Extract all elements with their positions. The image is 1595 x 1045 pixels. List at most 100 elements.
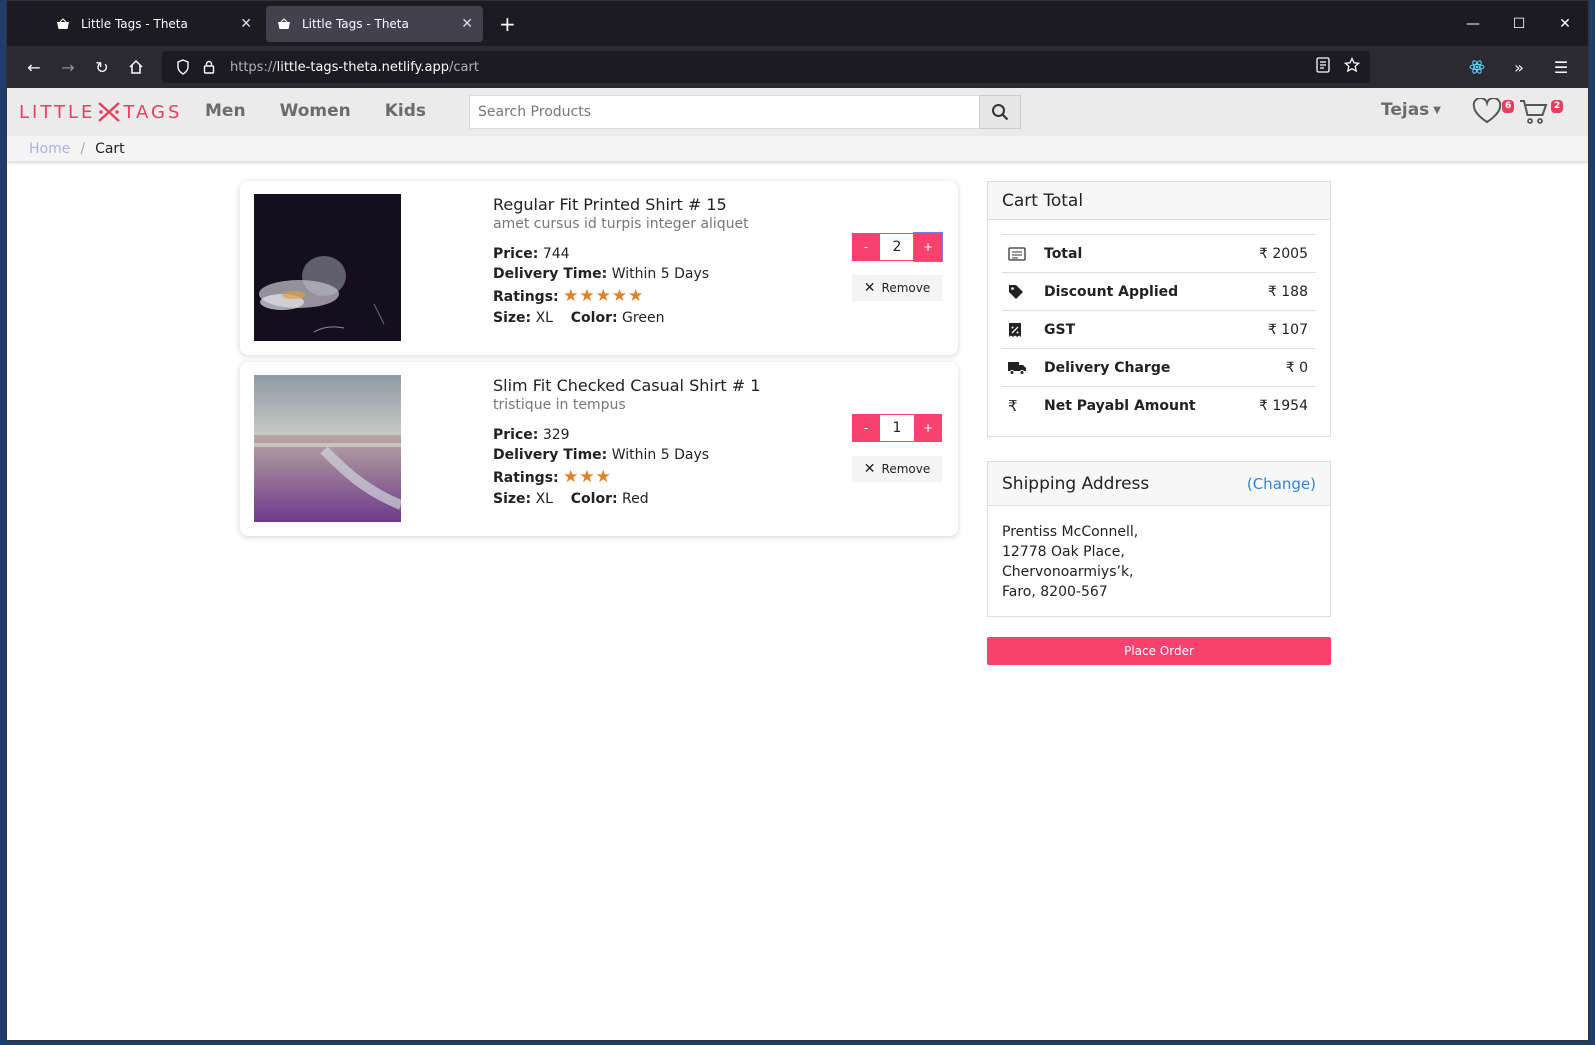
cart-item-card: Slim Fit Checked Casual Shirt # 1 tristi…: [240, 362, 958, 536]
discount-row: Discount Applied ₹ 188: [1002, 272, 1316, 310]
size-label: Size:: [493, 310, 532, 326]
product-price: Price: 744: [493, 246, 749, 262]
tab-title: Little Tags - Theta: [302, 16, 409, 31]
wishlist-count-badge: 6: [1502, 100, 1515, 113]
browser-tab[interactable]: Little Tags - Theta ✕: [45, 6, 262, 42]
search-box: [469, 95, 1021, 129]
delivery-value: Within 5 Days: [611, 266, 710, 282]
site-logo[interactable]: LITTLE TAGS: [19, 101, 182, 123]
address-line: Faro, 8200-567: [1002, 584, 1108, 600]
discount-label: Discount Applied: [1044, 283, 1179, 300]
place-order-button[interactable]: Place Order: [987, 637, 1331, 665]
lock-icon[interactable]: [196, 60, 222, 74]
decrease-qty-button[interactable]: -: [852, 233, 880, 261]
net-payable-label: Net Payabl Amount: [1044, 397, 1196, 414]
color-value: Green: [622, 310, 665, 326]
shipping-address-panel: Shipping Address (Change) Prentiss McCon…: [987, 461, 1331, 617]
delivery-label: Delivery Time:: [493, 447, 608, 463]
delivery-value: Within 5 Days: [611, 447, 710, 463]
net-payable-value: ₹ 1954: [1259, 397, 1308, 414]
color-value: Red: [622, 491, 649, 507]
forward-icon[interactable]: →: [51, 52, 85, 82]
basket-favicon-icon: [55, 17, 71, 31]
address-line: Chervonoarmiys’k,: [1002, 564, 1134, 580]
reload-icon[interactable]: ↻: [85, 52, 119, 82]
cart-total-title: Cart Total: [1002, 190, 1084, 211]
remove-button[interactable]: ✕ Remove: [852, 275, 942, 301]
address-line: Prentiss McConnell,: [1002, 524, 1139, 540]
discount-value: ₹ 188: [1267, 283, 1308, 300]
url-host: little-tags-theta.netlify.app: [276, 59, 449, 75]
tab-bar: Little Tags - Theta ✕ Little Tags - Thet…: [7, 1, 1588, 46]
bookmark-star-icon[interactable]: [1343, 56, 1361, 77]
ratings-label: Ratings:: [493, 289, 559, 305]
toolbar-right: » ☰: [1460, 52, 1578, 82]
close-x-icon: ✕: [863, 461, 876, 477]
url-prefix: https://: [230, 59, 277, 75]
maximize-button[interactable]: ☐: [1496, 1, 1542, 46]
increase-qty-button[interactable]: +: [914, 414, 942, 442]
shipping-header: Shipping Address (Change): [988, 462, 1330, 506]
close-window-button[interactable]: ✕: [1542, 1, 1588, 46]
rupee-icon: ₹: [1008, 396, 1018, 415]
heart-icon: [1472, 97, 1502, 124]
menu-kids[interactable]: Kids: [385, 101, 426, 121]
address-bar[interactable]: https://little-tags-theta.netlify.app/ca…: [162, 51, 1370, 83]
product-delivery: Delivery Time: Within 5 Days: [493, 447, 760, 463]
product-name[interactable]: Regular Fit Printed Shirt # 15: [493, 195, 749, 214]
browser-window: Little Tags - Theta ✕ Little Tags - Thet…: [6, 0, 1589, 1041]
tab-close-icon[interactable]: ✕: [240, 16, 252, 32]
url-path: /cart: [449, 59, 479, 75]
remove-button[interactable]: ✕ Remove: [852, 456, 942, 482]
tab-title: Little Tags - Theta: [81, 16, 188, 31]
search-icon: [992, 104, 1009, 121]
gst-row: GST ₹ 107: [1002, 310, 1316, 348]
minimize-button[interactable]: —: [1450, 1, 1496, 46]
cart-total-header: Cart Total: [988, 182, 1330, 220]
site-header: LITTLE TAGS Men Women Kids Tejas▼ 6 2: [7, 88, 1588, 136]
star-rating-icons: ★★★: [563, 467, 612, 487]
search-button[interactable]: [979, 95, 1021, 129]
truck-icon: [1002, 361, 1044, 375]
percent-receipt-icon: [1002, 322, 1044, 338]
shield-icon[interactable]: [170, 59, 196, 75]
menu-women[interactable]: Women: [280, 101, 351, 121]
overflow-chevron-icon[interactable]: »: [1502, 52, 1536, 82]
product-image: [254, 375, 403, 522]
decrease-qty-button[interactable]: -: [852, 414, 880, 442]
product-delivery: Delivery Time: Within 5 Days: [493, 266, 749, 282]
browser-tab-active[interactable]: Little Tags - Theta ✕: [266, 5, 483, 42]
increase-qty-button[interactable]: +: [913, 232, 943, 262]
breadcrumb-current: Cart: [95, 140, 125, 157]
total-row: Total ₹ 2005: [1002, 234, 1316, 272]
react-devtools-icon[interactable]: [1460, 52, 1494, 82]
change-address-link[interactable]: (Change): [1247, 475, 1316, 493]
cart-total-panel: Cart Total Total ₹ 2005 Discount Applied…: [987, 181, 1331, 437]
user-name: Tejas: [1381, 100, 1430, 120]
receipt-icon: [1002, 246, 1044, 261]
search-input[interactable]: [469, 95, 979, 129]
size-value: XL: [535, 491, 553, 507]
reader-view-icon[interactable]: [1316, 57, 1330, 77]
address-line: 12778 Oak Place,: [1002, 544, 1125, 560]
wishlist-button[interactable]: 6: [1472, 97, 1515, 128]
home-icon[interactable]: [119, 52, 153, 82]
breadcrumb-home[interactable]: Home: [29, 141, 70, 157]
hamburger-menu-icon[interactable]: ☰: [1544, 52, 1578, 82]
gst-value: ₹ 107: [1267, 321, 1308, 338]
window-controls: — ☐ ✕: [1450, 1, 1588, 46]
user-dropdown[interactable]: Tejas ▼: [1381, 100, 1441, 120]
price-value: 744: [542, 246, 570, 262]
new-tab-button[interactable]: +: [499, 12, 516, 36]
cart-item-card: Regular Fit Printed Shirt # 15 amet curs…: [240, 181, 958, 355]
cart-page: Regular Fit Printed Shirt # 15 amet curs…: [7, 161, 1588, 1040]
back-icon[interactable]: ←: [17, 52, 51, 82]
quantity-value: 2: [880, 233, 914, 261]
product-info: Regular Fit Printed Shirt # 15 amet curs…: [493, 195, 749, 326]
product-description: amet cursus id turpis integer aliquet: [493, 216, 749, 232]
menu-men[interactable]: Men: [205, 101, 246, 121]
product-name[interactable]: Slim Fit Checked Casual Shirt # 1: [493, 376, 760, 395]
tag-icon: [1002, 284, 1044, 300]
cart-button[interactable]: 2: [1519, 98, 1564, 130]
tab-close-icon[interactable]: ✕: [461, 16, 473, 32]
